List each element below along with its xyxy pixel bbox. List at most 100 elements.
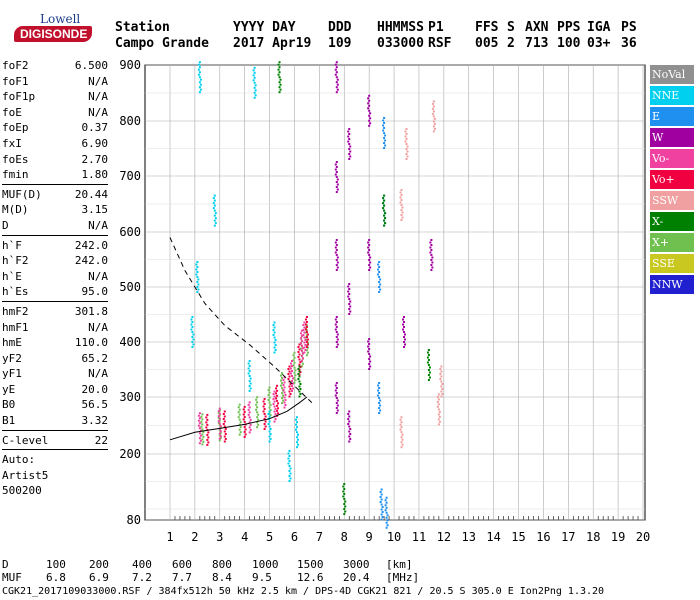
trace-point bbox=[201, 418, 204, 421]
trace-point bbox=[267, 389, 270, 392]
trace-point bbox=[305, 321, 308, 323]
trace-point bbox=[288, 395, 291, 398]
trace-point bbox=[368, 348, 371, 350]
trace-point bbox=[405, 138, 408, 140]
trace-point bbox=[247, 367, 250, 370]
trace-point bbox=[281, 402, 284, 405]
trace-point bbox=[334, 68, 337, 71]
trace-point bbox=[336, 183, 339, 186]
trace-point bbox=[336, 343, 339, 346]
trace-point bbox=[223, 410, 226, 413]
trace-point bbox=[399, 423, 402, 426]
trace-point bbox=[400, 426, 403, 429]
trace-point bbox=[368, 338, 371, 340]
trace-point bbox=[368, 363, 371, 365]
x-tick-label: 17 bbox=[561, 530, 575, 544]
trace-point bbox=[383, 199, 386, 202]
trace-point bbox=[431, 112, 434, 115]
legend-item: Vo- bbox=[650, 149, 694, 168]
y-tick-label: 200 bbox=[119, 447, 141, 461]
trace-point bbox=[369, 365, 372, 368]
trace-point bbox=[380, 518, 383, 521]
trace-point bbox=[267, 394, 270, 397]
trace-point bbox=[223, 440, 226, 443]
trace-point bbox=[297, 346, 300, 348]
trace-point bbox=[243, 415, 246, 418]
trace-point bbox=[213, 204, 216, 207]
trace-point bbox=[347, 413, 350, 415]
trace-point bbox=[300, 349, 303, 352]
trace-point bbox=[385, 501, 388, 504]
trace-point bbox=[336, 83, 339, 86]
trace-point bbox=[383, 142, 386, 144]
x-tick-label: 4 bbox=[241, 530, 248, 544]
trace-point bbox=[429, 241, 432, 244]
row-label: D bbox=[2, 558, 9, 571]
trace-point bbox=[196, 266, 199, 268]
legend: NoVal NNE E W Vo- Vo+ SSW X- X+ SSE NNW bbox=[650, 65, 694, 296]
x-tick-label: 9 bbox=[366, 530, 373, 544]
trace-point bbox=[295, 431, 298, 434]
trace-point bbox=[300, 359, 303, 362]
trace-point bbox=[213, 219, 216, 222]
trace-point bbox=[214, 222, 217, 225]
trace-point bbox=[293, 361, 296, 364]
trace-point bbox=[206, 413, 209, 416]
trace-point bbox=[347, 140, 350, 143]
trace-point bbox=[386, 524, 389, 527]
trace-point bbox=[335, 326, 338, 328]
trace-point bbox=[254, 84, 257, 87]
trace-point bbox=[206, 418, 209, 421]
trace-point bbox=[213, 209, 216, 212]
trace-point bbox=[336, 256, 339, 259]
trace-point bbox=[278, 66, 281, 69]
trace-point bbox=[304, 344, 307, 346]
trace-point bbox=[431, 266, 434, 269]
trace-point bbox=[295, 441, 298, 444]
trace-point bbox=[334, 394, 337, 397]
trace-point bbox=[198, 412, 201, 415]
trace-point bbox=[335, 176, 338, 178]
trace-point bbox=[383, 122, 386, 124]
trace-point bbox=[377, 384, 380, 387]
trace-point bbox=[440, 395, 443, 398]
trace-point bbox=[256, 411, 259, 414]
trace-point bbox=[306, 351, 309, 354]
trace-point bbox=[248, 375, 251, 377]
trace-point bbox=[289, 477, 292, 480]
trace-point bbox=[385, 511, 388, 514]
trace-point bbox=[437, 393, 440, 396]
trace-point bbox=[335, 86, 338, 89]
trace-point bbox=[196, 281, 199, 283]
trace-point bbox=[335, 191, 338, 193]
trace-point bbox=[284, 404, 287, 406]
trace-point bbox=[253, 66, 256, 69]
x-tick-label: 6 bbox=[291, 530, 298, 544]
trace-point bbox=[384, 144, 387, 147]
trace-point bbox=[368, 269, 371, 271]
trace-point bbox=[431, 256, 434, 259]
trace-point bbox=[277, 402, 280, 405]
x-tick-label: 8 bbox=[341, 530, 348, 544]
trace-point bbox=[335, 91, 338, 94]
trace-point bbox=[222, 423, 225, 425]
trace-point bbox=[248, 360, 251, 362]
y-tick-label: 800 bbox=[119, 114, 141, 128]
trace-point bbox=[254, 94, 257, 97]
x-tick-label: 3 bbox=[216, 530, 223, 544]
trace-point bbox=[379, 278, 382, 281]
trace-point bbox=[248, 370, 251, 372]
trace-point bbox=[336, 338, 339, 341]
trace-point bbox=[299, 332, 302, 335]
trace-point bbox=[384, 134, 387, 137]
trace-point bbox=[437, 423, 440, 426]
trace-point bbox=[198, 61, 201, 64]
trace-point bbox=[379, 288, 382, 291]
trace-point bbox=[437, 408, 440, 411]
trace-point bbox=[378, 281, 381, 283]
trace-point bbox=[433, 122, 436, 125]
trace-point bbox=[289, 393, 292, 395]
trace-point bbox=[268, 430, 271, 433]
trace-point bbox=[378, 392, 381, 394]
trace-point bbox=[335, 412, 338, 414]
